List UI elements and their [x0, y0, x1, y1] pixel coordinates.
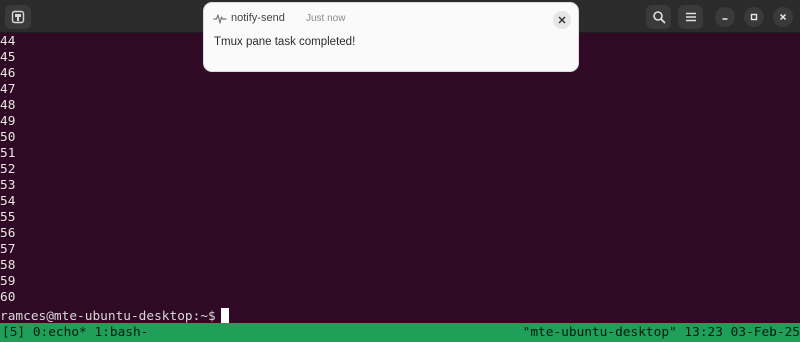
terminal-line: 56	[0, 226, 16, 241]
tmux-status-right: "mte-ubuntu-desktop" 13:23 03-Feb-25	[522, 325, 800, 340]
terminal-line: 53	[0, 178, 16, 193]
maximize-button[interactable]	[744, 7, 764, 27]
terminal-line: 58	[0, 258, 16, 273]
maximize-icon	[750, 13, 758, 21]
tmux-status-bar: [5] 0:echo* 1:bash- "mte-ubuntu-desktop"…	[0, 323, 800, 342]
new-tab-button[interactable]	[5, 5, 31, 29]
prompt-path: :~	[192, 309, 209, 324]
minimize-button[interactable]	[715, 7, 735, 27]
new-tab-icon	[11, 10, 25, 24]
terminal-line: 54	[0, 194, 16, 209]
terminal-line: 45	[0, 50, 16, 65]
menu-button[interactable]	[678, 5, 703, 29]
terminal-line: 50	[0, 130, 16, 145]
terminal-line: 52	[0, 162, 16, 177]
prompt-user-host: ramces@mte-ubuntu-desktop	[0, 309, 193, 324]
terminal-line: 48	[0, 98, 16, 113]
notification-app-name: notify-send	[231, 12, 285, 24]
notification-popup[interactable]: notify-send Just now Tmux pane task comp…	[203, 2, 579, 72]
notify-send-icon	[213, 14, 227, 24]
close-icon	[779, 13, 787, 21]
terminal-line: 44	[0, 34, 16, 49]
terminal-line: 55	[0, 210, 16, 225]
close-icon	[558, 16, 566, 24]
prompt-symbol: $	[208, 309, 216, 324]
terminal-line: 59	[0, 274, 16, 289]
terminal-line: 49	[0, 114, 16, 129]
terminal-line: 60	[0, 290, 16, 305]
notification-time: Just now	[306, 13, 346, 24]
hamburger-menu-icon	[685, 12, 696, 22]
notification-close-button[interactable]	[553, 11, 571, 29]
shell-prompt[interactable]: ramces@mte-ubuntu-desktop:~$	[0, 308, 229, 324]
minimize-icon	[722, 18, 728, 20]
terminal-window: 44 45 46 47 48 49 50 51 52 53 54 55 56 5…	[0, 0, 800, 342]
text-cursor	[220, 308, 229, 323]
terminal-line: 51	[0, 146, 16, 161]
terminal-line: 46	[0, 66, 16, 81]
close-window-button[interactable]	[773, 7, 793, 27]
search-button[interactable]	[646, 5, 671, 29]
tmux-window-list[interactable]: [5] 0:echo* 1:bash-	[2, 323, 148, 342]
notification-message: Tmux pane task completed!	[214, 36, 356, 48]
terminal-line: 57	[0, 242, 16, 257]
terminal-output[interactable]: 44 45 46 47 48 49 50 51 52 53 54 55 56 5…	[0, 33, 800, 324]
search-icon	[652, 11, 665, 24]
terminal-line: 47	[0, 82, 16, 97]
